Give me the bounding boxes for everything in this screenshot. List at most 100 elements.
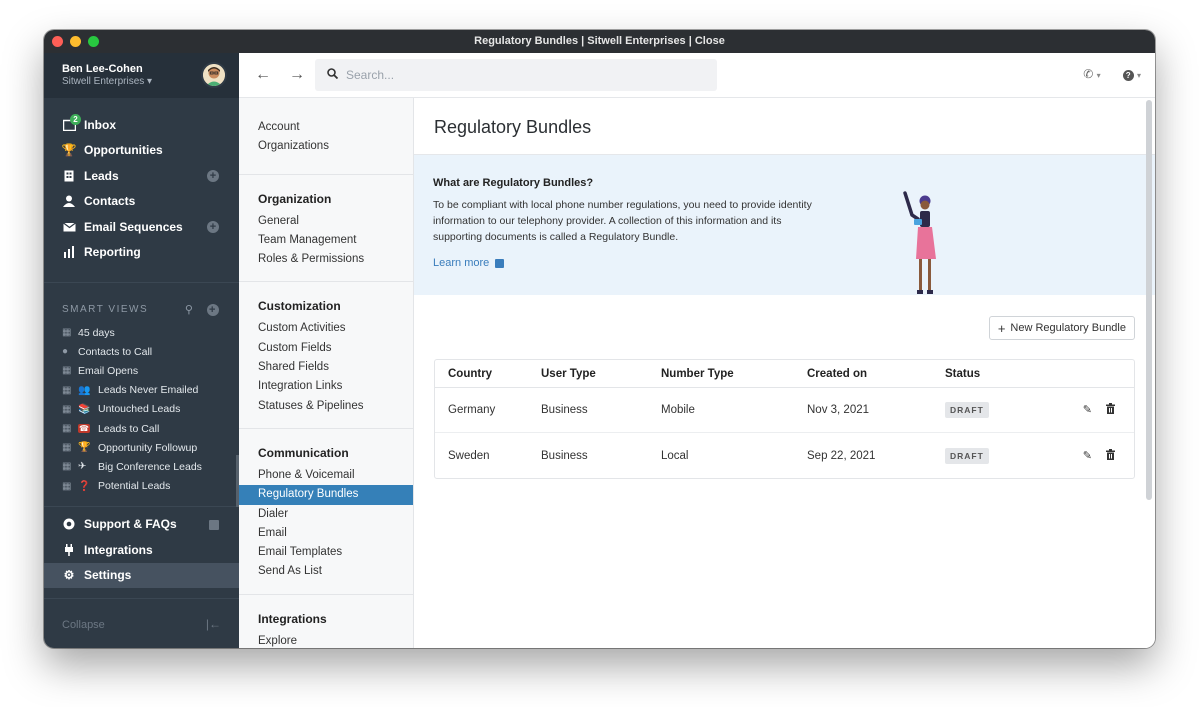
settings-nav-item[interactable]: Team Management bbox=[239, 231, 413, 250]
external-link-icon bbox=[495, 258, 505, 268]
avatar[interactable] bbox=[201, 62, 227, 88]
inbox-count-badge: 2 bbox=[70, 114, 81, 125]
search-bar[interactable] bbox=[315, 59, 717, 91]
settings-nav-item[interactable]: Email bbox=[239, 524, 413, 543]
table-row[interactable]: Sweden Business Local Sep 22, 2021 DRAFT… bbox=[435, 433, 1134, 478]
learn-more-link[interactable]: Learn more bbox=[433, 257, 505, 269]
chevron-down-icon: ▾ bbox=[1136, 71, 1141, 80]
nav-contacts[interactable]: Contacts bbox=[44, 189, 239, 215]
table-row[interactable]: Germany Business Mobile Nov 3, 2021 DRAF… bbox=[435, 388, 1134, 433]
nav-opportunities[interactable]: 🏆 Opportunities bbox=[44, 138, 239, 164]
forward-arrow-icon[interactable]: → bbox=[289, 66, 305, 84]
trash-icon[interactable] bbox=[1106, 403, 1115, 417]
smart-view-label: Big Conference Leads bbox=[98, 460, 202, 473]
settings-nav-item-active[interactable]: Regulatory Bundles bbox=[239, 485, 413, 505]
nav-support-label: Support & FAQs bbox=[84, 517, 177, 532]
chevron-down-icon: ▾ bbox=[147, 76, 153, 87]
chart-icon bbox=[62, 245, 76, 259]
nav-leads-label: Leads bbox=[84, 168, 119, 183]
support-icon bbox=[62, 517, 76, 531]
new-regulatory-bundle-button[interactable]: + New Regulatory Bundle bbox=[988, 316, 1135, 340]
smart-view-item[interactable]: ▦ Email Opens bbox=[44, 361, 239, 380]
collapse-sidebar-button[interactable]: Collapse |← bbox=[44, 598, 239, 648]
column-header[interactable]: User Type bbox=[541, 368, 661, 380]
zoom-window-button[interactable] bbox=[88, 36, 99, 47]
smart-view-item[interactable]: ▦ 👥 Leads Never Emailed bbox=[44, 381, 239, 400]
close-window-button[interactable] bbox=[52, 36, 63, 47]
settings-nav-item[interactable]: Email Templates bbox=[239, 543, 413, 562]
building-icon bbox=[62, 169, 76, 183]
add-sequence-icon[interactable]: + bbox=[207, 221, 219, 233]
add-lead-icon[interactable]: + bbox=[207, 170, 219, 182]
table-header: Country User Type Number Type Created on… bbox=[435, 360, 1134, 388]
smart-view-item[interactable]: ▦ ✈ Big Conference Leads bbox=[44, 457, 239, 476]
settings-nav-item[interactable]: Organizations bbox=[239, 137, 413, 156]
column-header[interactable]: Status bbox=[945, 368, 1065, 380]
settings-nav-item[interactable]: Custom Fields bbox=[239, 339, 413, 358]
settings-nav-group: Customization Custom Activities Custom F… bbox=[239, 282, 413, 429]
main-scrollbar[interactable] bbox=[1146, 100, 1152, 500]
trophy-icon: 🏆 bbox=[78, 442, 91, 454]
nav-leads[interactable]: Leads + bbox=[44, 163, 239, 189]
phone-icon: ✆ bbox=[1083, 67, 1094, 81]
back-arrow-icon[interactable]: ← bbox=[255, 66, 271, 84]
sequence-icon bbox=[62, 220, 76, 234]
nav-support[interactable]: Support & FAQs bbox=[44, 512, 239, 538]
settings-nav-item[interactable]: Roles & Permissions bbox=[239, 250, 413, 269]
trophy-icon: 🏆 bbox=[61, 143, 77, 158]
settings-nav-item[interactable]: Account bbox=[239, 118, 413, 137]
trash-icon[interactable] bbox=[1106, 448, 1115, 463]
cell-status: DRAFT bbox=[945, 402, 1065, 418]
user-menu[interactable]: Ben Lee-Cohen Sitwell Enterprises ▾ bbox=[44, 53, 239, 98]
cell-status: DRAFT bbox=[945, 447, 1065, 464]
settings-nav-item[interactable]: Send As List bbox=[239, 562, 413, 581]
column-header[interactable]: Created on bbox=[807, 368, 945, 380]
settings-group-title: Integrations bbox=[258, 611, 327, 626]
nav-integrations[interactable]: Integrations bbox=[44, 537, 239, 563]
smart-view-item[interactable]: ▦ ❓ Potential Leads bbox=[44, 477, 239, 496]
cell-number-type: Local bbox=[661, 449, 689, 462]
add-smart-view-icon[interactable]: + bbox=[207, 304, 219, 316]
building-icon: ▦ bbox=[62, 327, 72, 339]
settings-nav-item[interactable]: Explore bbox=[239, 632, 413, 648]
smart-view-item[interactable]: ▦ ☎ Leads to Call bbox=[44, 419, 239, 438]
settings-nav-group: Account Organizations bbox=[239, 98, 413, 175]
collapse-label: Collapse bbox=[62, 619, 105, 631]
smart-view-item[interactable]: ● Contacts to Call bbox=[44, 342, 239, 361]
nav-inbox[interactable]: 2 Inbox bbox=[44, 112, 239, 138]
cell-country: Sweden bbox=[448, 449, 490, 462]
plug-icon bbox=[62, 543, 76, 557]
nav-reporting-label: Reporting bbox=[84, 245, 141, 260]
nav-email-sequences[interactable]: Email Sequences + bbox=[44, 214, 239, 240]
search-input[interactable] bbox=[346, 68, 646, 82]
edit-icon[interactable]: ✎ bbox=[1083, 449, 1092, 463]
edit-icon[interactable]: ✎ bbox=[1083, 403, 1092, 417]
smart-view-item[interactable]: ▦ 🏆 Opportunity Followup bbox=[44, 438, 239, 457]
row-actions: ✎ bbox=[1065, 403, 1134, 417]
settings-nav-item[interactable]: General bbox=[239, 212, 413, 231]
phone-menu[interactable]: ✆ ▾ bbox=[1083, 67, 1100, 81]
settings-group-title: Communication bbox=[258, 445, 349, 460]
help-menu[interactable]: ? ▾ bbox=[1122, 67, 1141, 81]
status-badge: DRAFT bbox=[945, 402, 989, 418]
nav-settings[interactable]: ⚙ Settings bbox=[44, 562, 239, 589]
minimize-window-button[interactable] bbox=[70, 36, 81, 47]
person-icon bbox=[62, 194, 76, 208]
column-header[interactable]: Number Type bbox=[661, 368, 807, 380]
search-icon bbox=[327, 68, 339, 82]
people-icon: 👥 bbox=[78, 384, 91, 396]
smart-view-item[interactable]: ▦ 45 days bbox=[44, 323, 239, 342]
settings-nav-group: Organization General Team Management Rol… bbox=[239, 175, 413, 283]
settings-nav-item[interactable]: Phone & Voicemail bbox=[239, 466, 413, 485]
smart-view-item[interactable]: ▦ 📚 Untouched Leads bbox=[44, 400, 239, 419]
settings-nav-item[interactable]: Integration Links bbox=[239, 377, 413, 396]
nav-reporting[interactable]: Reporting bbox=[44, 240, 239, 266]
settings-nav-item[interactable]: Dialer bbox=[239, 505, 413, 524]
settings-nav-item[interactable]: Statuses & Pipelines bbox=[239, 397, 413, 416]
settings-nav-item[interactable]: Custom Activities bbox=[239, 319, 413, 338]
smart-views-header: SMART VIEWS ⚲ + bbox=[44, 295, 239, 323]
settings-nav-item[interactable]: Shared Fields bbox=[239, 358, 413, 377]
search-icon[interactable]: ⚲ bbox=[185, 304, 195, 316]
column-header[interactable]: Country bbox=[435, 368, 541, 380]
main-content: Regulatory Bundles What are Regulatory B… bbox=[414, 98, 1155, 648]
